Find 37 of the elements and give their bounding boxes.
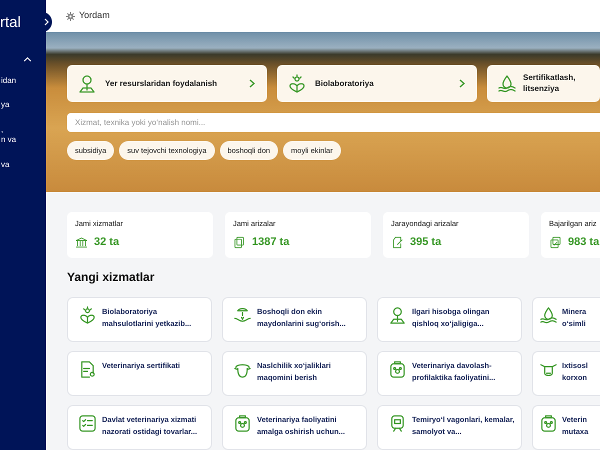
land-plot-icon (388, 306, 407, 325)
sidebar-item[interactable]: , n va (0, 124, 46, 146)
caret-up-icon[interactable] (23, 57, 32, 62)
stat-value: 395 ta (410, 235, 442, 250)
water-drop-icon (539, 306, 558, 325)
sidebar-item[interactable]: va (0, 160, 46, 170)
logo-text: rtal (0, 13, 21, 30)
stat-value: 32 ta (94, 235, 120, 250)
sidebar-item[interactable]: ya (0, 100, 46, 111)
paw-jar-icon (388, 360, 407, 379)
train-icon (388, 414, 407, 433)
sidebar-item[interactable]: idan (0, 76, 46, 86)
gear-icon (66, 12, 75, 20)
stat-value: 1387 ta (252, 235, 290, 250)
irrigation-icon (233, 306, 252, 325)
water-drop-icon (497, 74, 517, 94)
section-title: Yangi xizmatlar (67, 269, 156, 286)
search-field[interactable]: Xizmat, texnika yoki yo‘nalish nomi... (67, 113, 600, 132)
bank-icon (75, 236, 88, 249)
checklist-icon (78, 414, 97, 433)
document-edit-icon (391, 236, 404, 249)
certificate-icon (78, 360, 97, 379)
stat-value: 983 ta (568, 235, 600, 250)
category-card[interactable]: Biolaboratoriya (277, 65, 477, 102)
chevron-right-icon (44, 18, 48, 26)
documents-check-icon (549, 236, 562, 249)
paw-jar-icon (539, 414, 558, 433)
chevron-right-icon (459, 79, 465, 88)
land-plot-icon (77, 74, 97, 94)
help-link[interactable]: Yordam (66, 9, 110, 23)
sprout-sun-icon (287, 74, 307, 94)
sprout-sun-icon (78, 306, 97, 325)
paw-jar-icon (233, 414, 252, 433)
category-card[interactable]: Yer resurslaridan foydalanish (67, 65, 267, 102)
chevron-right-icon (249, 79, 255, 88)
documents-icon (233, 236, 246, 249)
category-card[interactable]: Sertifikatlash, litsenziya (487, 65, 600, 102)
